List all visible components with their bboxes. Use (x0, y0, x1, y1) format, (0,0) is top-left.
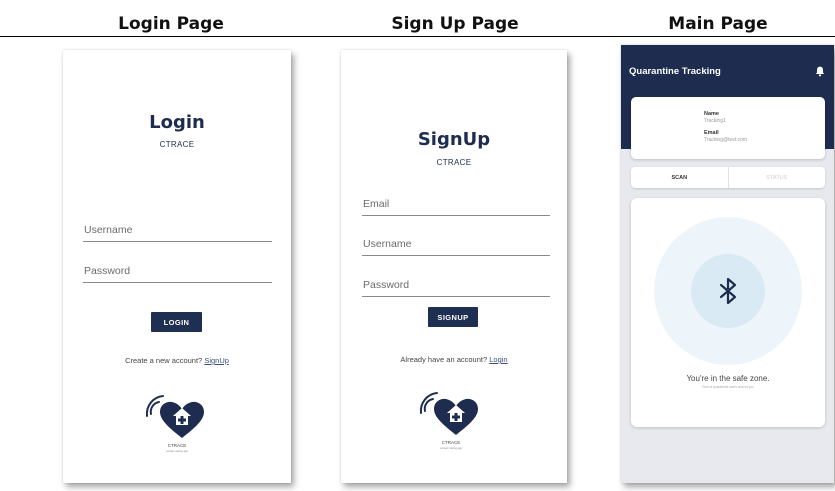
logo-tagline: contact tracing app (166, 450, 188, 453)
tab-status[interactable]: STATUS (729, 167, 826, 188)
email-label: Email (704, 130, 719, 136)
main-screen: Quarantine Tracking Name Tracking1 Email… (621, 45, 834, 483)
tab-scan[interactable]: SCAN (631, 167, 729, 188)
signup-title: SignUp (417, 129, 491, 150)
logo-caption: CTRACE (167, 443, 187, 448)
bell-icon (815, 66, 825, 77)
password-input[interactable] (362, 279, 550, 296)
have-account-text: Already have an account? (400, 355, 488, 364)
signup-column-title: Sign Up Page (391, 14, 519, 34)
email-input[interactable] (362, 198, 550, 215)
safe-zone-submessage: Rest of quarantine users around you (702, 385, 754, 389)
username-input[interactable] (83, 224, 272, 241)
signup-email-field[interactable] (362, 194, 550, 216)
main-column-title: Main Page (668, 14, 768, 34)
safe-zone-message: You're in the safe zone. (686, 374, 770, 383)
name-value: Tracking1 (704, 118, 726, 124)
signup-username-field[interactable] (362, 234, 550, 256)
logo-tagline: contact tracing app (440, 447, 462, 450)
password-input[interactable] (83, 265, 272, 282)
signup-app-name: CTRACE (436, 158, 472, 167)
name-label: Name (704, 111, 719, 117)
have-account-line: Already have an account? Login (341, 355, 567, 364)
ctrace-logo: CTRACE contact tracing app (145, 392, 209, 456)
heart-house-logo-icon (419, 392, 478, 435)
signup-screen: SignUp CTRACE SIGNUP Already have an acc… (341, 50, 567, 483)
signup-button[interactable]: SIGNUP (428, 307, 478, 327)
signup-link[interactable]: SignUp (204, 356, 229, 365)
login-title: Login (149, 112, 205, 133)
scan-radar (654, 217, 802, 365)
tab-bar: SCAN STATUS (631, 167, 825, 188)
login-app-name: CTRACE (159, 140, 195, 149)
login-link[interactable]: Login (489, 355, 507, 364)
signup-password-field[interactable] (362, 275, 550, 297)
username-input[interactable] (362, 238, 550, 255)
login-password-field[interactable] (83, 261, 272, 283)
scan-panel: You're in the safe zone. Rest of quarant… (631, 198, 825, 427)
create-account-text: Create a new account? (125, 356, 203, 365)
login-username-field[interactable] (83, 220, 272, 242)
profile-card: Name Tracking1 Email Tracking@test.com (631, 97, 825, 159)
login-button[interactable]: LOGIN (151, 312, 202, 332)
login-screen: Login CTRACE LOGIN Create a new account?… (63, 50, 291, 483)
login-column-title: Login Page (118, 14, 224, 34)
email-value: Tracking@test.com (704, 137, 747, 143)
ctrace-logo: CTRACE contact tracing app (419, 389, 483, 453)
app-title: Quarantine Tracking (629, 66, 721, 77)
create-account-line: Create a new account? SignUp (63, 356, 291, 365)
notification-button[interactable] (815, 64, 825, 82)
logo-caption: CTRACE (441, 440, 461, 445)
heart-house-logo-icon (145, 395, 204, 438)
header-divider (0, 36, 835, 37)
